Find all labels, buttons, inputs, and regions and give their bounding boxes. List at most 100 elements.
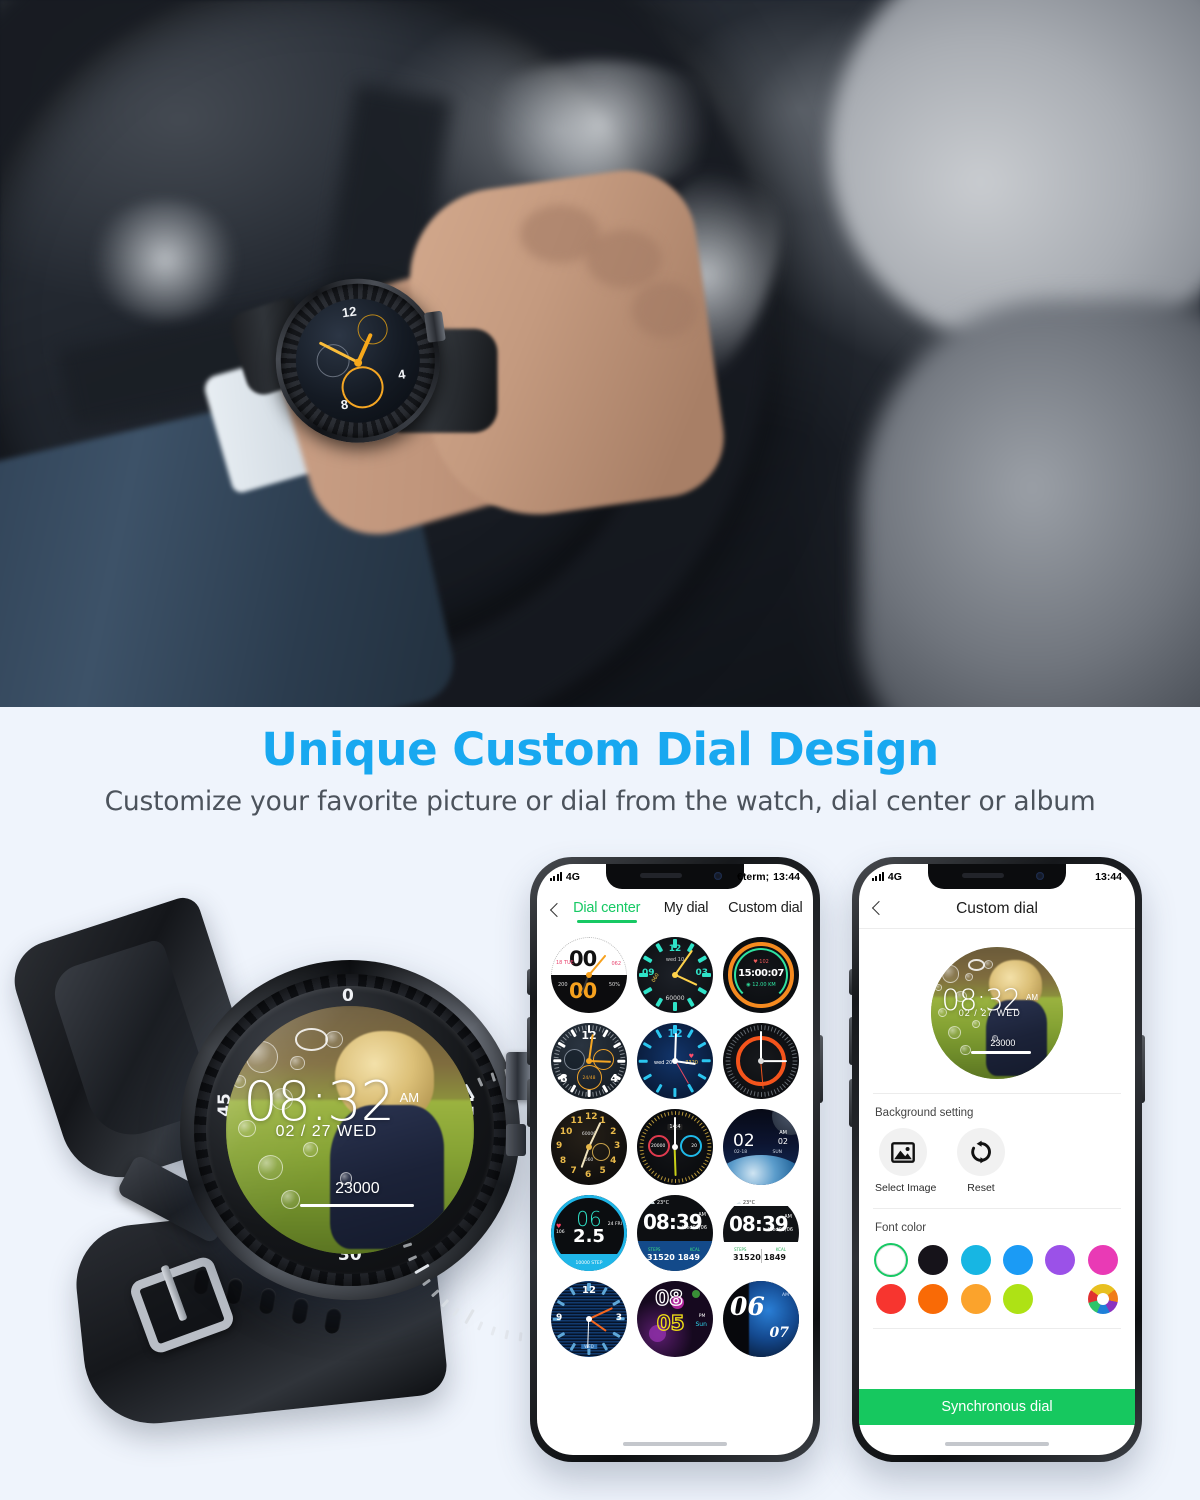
watch-face-dual-digit-orange[interactable]: 000018 TUE06220050% <box>551 937 627 1013</box>
color-swatch-white[interactable] <box>876 1245 907 1275</box>
dial-tick <box>704 1131 709 1135</box>
dial-center-pin <box>586 1144 592 1150</box>
color-swatch-orange[interactable] <box>960 1284 991 1314</box>
watch-face-blue-weather-steps[interactable]: ⛅ 23°C ⚡▮ 08:39 AM Wed03/06 STEPS KCAL 31520 184… <box>637 1195 713 1271</box>
dial-tick <box>789 1045 795 1049</box>
phone-mute-switch[interactable] <box>527 969 530 995</box>
dial-tick <box>726 1049 732 1052</box>
dial-tick <box>687 1113 691 1118</box>
phone-screen: 4G 13:44 Custom dial 08:32 AM 02 / 27 WE… <box>859 864 1135 1455</box>
watch-face-dual-subdial-red-blue[interactable]: 200002014:4 <box>637 1109 713 1185</box>
dial-tick <box>653 1117 657 1122</box>
dial-tick <box>619 1066 625 1069</box>
dial-ampm: AM <box>784 1214 792 1220</box>
dial-tick <box>702 1162 707 1166</box>
tab-my-dial[interactable]: My dial <box>646 900 725 923</box>
watch-face-bokeh-outline-digit[interactable]: 08 05 PM Sun <box>637 1281 713 1357</box>
dial-tick <box>776 1087 780 1093</box>
phone-mute-switch[interactable] <box>849 969 852 995</box>
dial-tick <box>569 1342 577 1352</box>
dial-tick <box>687 1028 695 1039</box>
color-swatch-rainbow[interactable] <box>1087 1284 1118 1314</box>
dial-tick <box>639 1139 644 1141</box>
dial-tick <box>697 1073 708 1081</box>
watch-subdial <box>355 312 390 347</box>
synchronous-dial-button[interactable]: Synchronous dial <box>859 1389 1135 1425</box>
back-chevron-icon[interactable] <box>545 900 567 922</box>
phone-volume-down-button[interactable] <box>849 1079 852 1127</box>
dial-ampm: AM <box>779 1130 787 1136</box>
reset-button[interactable]: Reset <box>953 1128 1009 1194</box>
watch-face-orange-ring-digital[interactable]: 15:00:07 ♥ 102 ◉ 12.00 KM <box>723 937 799 1013</box>
dial-separator <box>761 1249 762 1263</box>
dial-tick <box>792 1060 797 1062</box>
dial-numeral: 3 <box>614 1141 621 1151</box>
color-swatch-red[interactable] <box>876 1284 907 1314</box>
dial-tick <box>552 1059 561 1063</box>
dial-tick <box>642 1073 653 1081</box>
dial-subdial <box>592 1143 610 1161</box>
dial-tick <box>555 1045 561 1049</box>
bezel-tick <box>464 1308 475 1325</box>
status-time: 13:44 <box>1095 870 1122 883</box>
dial-tick <box>725 1060 730 1062</box>
watch-face-gold-numerals-classic[interactable]: 12 1 2 3 4 5 6 7 8 9 10 11 60000 060 <box>551 1109 627 1185</box>
highlight <box>90 200 240 320</box>
dial-date-meta: 18 TUE <box>556 960 574 966</box>
dial-hand <box>674 1117 676 1147</box>
dial-tick <box>641 1131 646 1135</box>
watch-face-teal-analog-markers[interactable]: 12 09 03 wed 10 60000 060 <box>637 937 713 1013</box>
dial-preview[interactable]: 08:32 AM 02 / 27 WED 23000 <box>931 947 1063 1079</box>
color-swatch-purple[interactable] <box>1045 1245 1076 1275</box>
phone-volume-up-button[interactable] <box>849 1017 852 1065</box>
tab-dial-center[interactable]: Dial center <box>567 900 646 923</box>
watch-face-white-weather-steps[interactable]: ⛅ 23°C ⚡▮ 08:39 AM Wed03/06 STEPS KCAL 31520 184… <box>723 1195 799 1271</box>
dial-9: 9 <box>556 1313 563 1323</box>
home-indicator[interactable] <box>623 1441 727 1446</box>
dial-tick <box>598 1026 601 1032</box>
bezel-label-0: 0 <box>342 986 354 1006</box>
dial-tick <box>698 1168 703 1172</box>
watch-face-earth-space-digital[interactable]: 02 AM 02 02-18 SUN <box>723 1109 799 1185</box>
watch-face-brush-stroke-digit[interactable]: 06 07 AM <box>723 1281 799 1357</box>
phone-volume-down-button[interactable] <box>527 1079 530 1127</box>
watch-face-chrono-orange[interactable]: 12 8 4 24/48 <box>551 1023 627 1099</box>
dial-tick <box>742 1087 746 1093</box>
phone-power-button[interactable] <box>820 1035 823 1103</box>
phone-dial-center: 4G €term; 13:44 Dial center My dial Cust… <box>527 857 823 1462</box>
color-swatch-orange-red[interactable] <box>918 1284 949 1314</box>
dial-tick <box>700 1125 705 1129</box>
dial-date: 24 FRI <box>607 1222 622 1227</box>
dial-day: WED <box>581 1344 597 1349</box>
select-image-button[interactable]: Select Image <box>875 1128 936 1194</box>
color-swatch-lime[interactable] <box>1003 1284 1034 1314</box>
dial-tick <box>773 1027 777 1033</box>
dial-12: 12 <box>668 944 682 954</box>
color-swatch-blue[interactable] <box>1003 1245 1034 1275</box>
dial-tick <box>673 1002 677 1011</box>
home-indicator[interactable] <box>945 1441 1049 1446</box>
dial-tick <box>556 1299 566 1307</box>
dial-tick <box>639 1142 644 1145</box>
dial-hand <box>588 1307 613 1320</box>
color-swatch-green[interactable] <box>1045 1284 1075 1314</box>
watch-face-grid: 000018 TUE06220050%120903wed 10600000601… <box>537 927 813 1357</box>
tab-custom-dial[interactable]: Custom dial <box>726 900 805 923</box>
dial-tick <box>640 1156 645 1159</box>
dial-tick <box>577 1090 580 1096</box>
watch-face-blue-stripe-analog[interactable]: 12 9 3 WED <box>551 1281 627 1357</box>
color-swatch-magenta[interactable] <box>1087 1245 1118 1275</box>
phone-power-button[interactable] <box>1142 1035 1145 1103</box>
color-swatch-black[interactable] <box>918 1245 949 1275</box>
dial-tick <box>554 1049 560 1052</box>
dial-tick <box>770 1090 773 1096</box>
watch-face-cyan-big-digit[interactable]: 06 2.5 ♥ 106 24 FRI 10000 STEP <box>551 1195 627 1271</box>
dial-3: 03 <box>695 968 708 978</box>
hero-image: 12 4 8 <box>0 0 1200 707</box>
watch-face-orange-circle-compass[interactable] <box>723 1023 799 1099</box>
phone-volume-up-button[interactable] <box>527 1017 530 1065</box>
dial-tick <box>705 1135 710 1138</box>
watch-face-blue-sport-analog[interactable]: 12wed 203320♥ <box>637 1023 713 1099</box>
color-swatch-cyan[interactable] <box>960 1245 991 1275</box>
page-subtitle: Customize your favorite picture or dial … <box>104 786 1096 817</box>
